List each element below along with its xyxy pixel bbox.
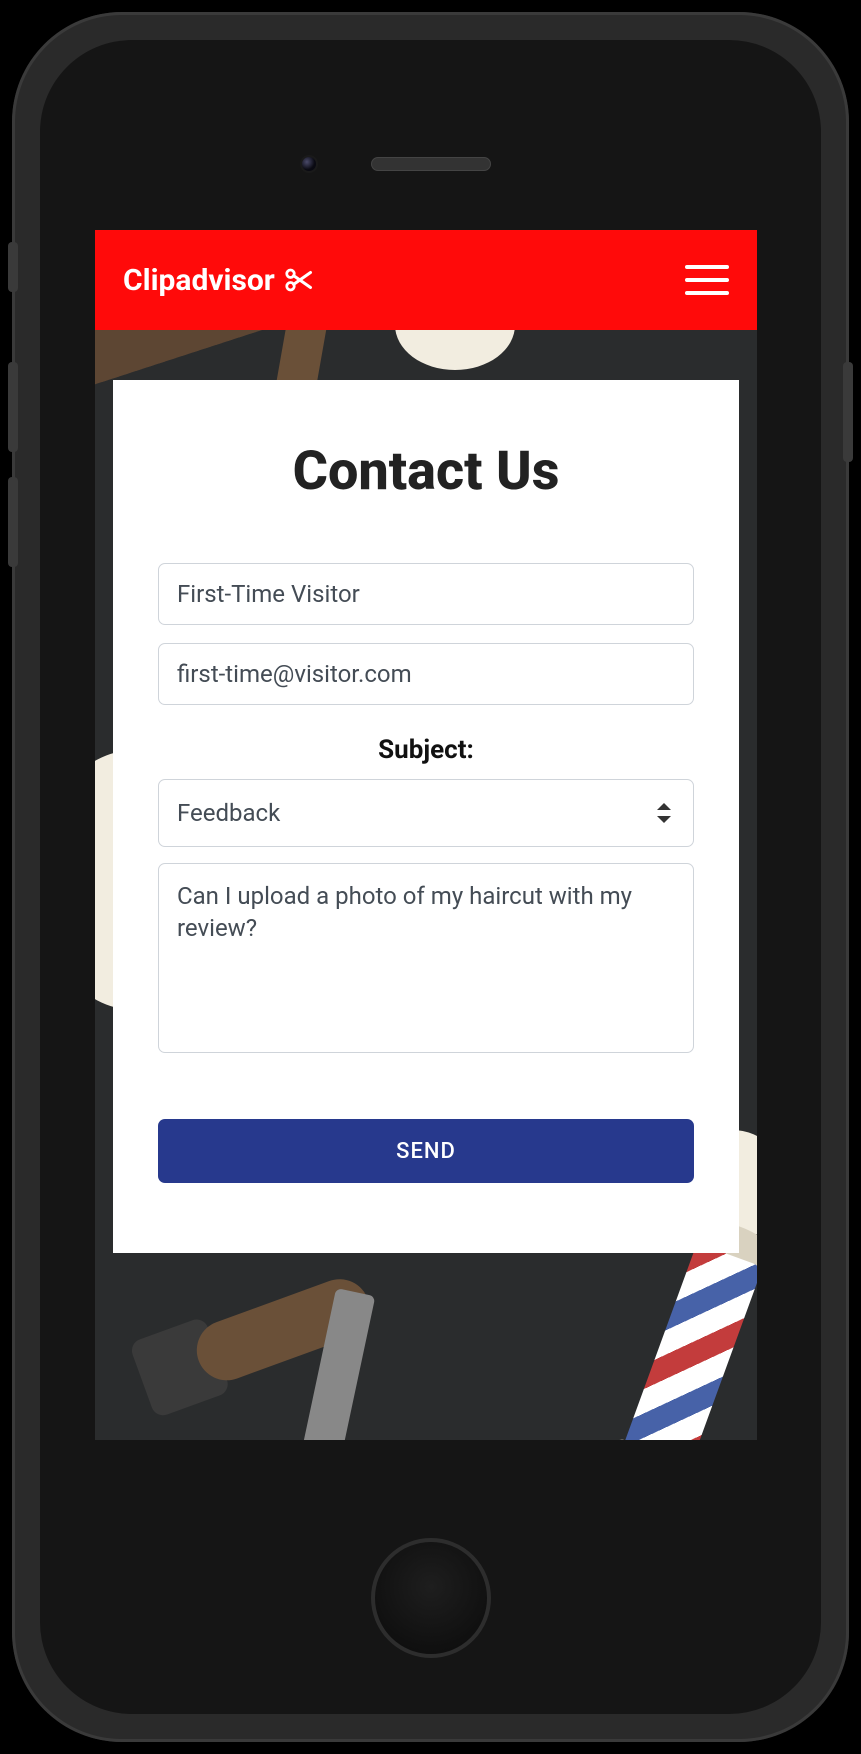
phone-home-button[interactable]: [371, 1538, 491, 1658]
hamburger-line: [685, 291, 729, 295]
phone-speaker: [371, 157, 491, 171]
brand-text: Clipadvisor: [123, 263, 275, 298]
message-textarea[interactable]: [158, 863, 694, 1053]
menu-button[interactable]: [685, 265, 729, 295]
app-header: Clipadvisor: [95, 230, 757, 330]
phone-side-button: [8, 362, 18, 452]
name-input[interactable]: [158, 563, 694, 625]
hamburger-line: [685, 278, 729, 282]
phone-bezel: Clipadvisor Contact Us: [40, 40, 821, 1714]
scissors-icon: [283, 265, 313, 295]
page-title: Contact Us: [158, 440, 694, 503]
brand-logo[interactable]: Clipadvisor: [123, 263, 313, 298]
screen: Clipadvisor Contact Us: [95, 230, 757, 1440]
phone-side-button: [8, 477, 18, 567]
phone-side-button: [843, 362, 853, 462]
hamburger-line: [685, 265, 729, 269]
subject-selected-value: Feedback: [177, 799, 280, 827]
contact-card: Contact Us Subject: Feedback SEND: [113, 380, 739, 1253]
subject-select[interactable]: Feedback: [158, 779, 694, 847]
email-input[interactable]: [158, 643, 694, 705]
phone-frame: Clipadvisor Contact Us: [12, 12, 849, 1742]
subject-label: Subject:: [158, 735, 694, 765]
phone-camera: [300, 155, 318, 173]
phone-side-button: [8, 242, 18, 292]
send-button[interactable]: SEND: [158, 1119, 694, 1183]
